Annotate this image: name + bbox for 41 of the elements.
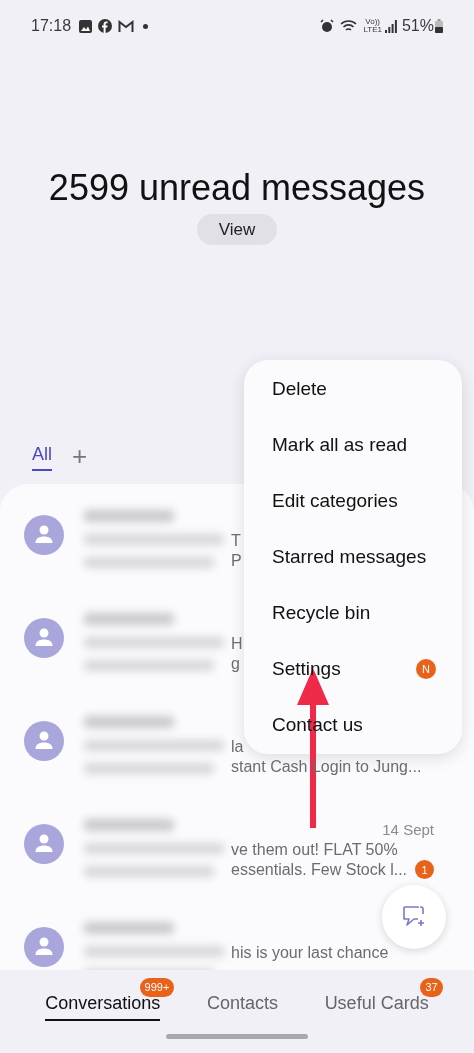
battery-percent: 51%	[401, 16, 434, 36]
category-tab[interactable]: All	[32, 441, 52, 471]
battery-icon	[435, 19, 443, 33]
message-preview-line: T	[231, 531, 241, 551]
menu-item[interactable]: Mark all as read	[244, 417, 462, 473]
new-message-icon	[401, 905, 427, 929]
menu-item[interactable]: Settings N	[244, 641, 462, 697]
menu-item[interactable]: Edit categories	[244, 473, 462, 529]
contact-avatar-icon	[24, 824, 64, 864]
bottom-tab[interactable]: Contacts	[206, 990, 278, 1019]
contact-avatar-icon	[24, 618, 64, 658]
view-button[interactable]: View	[196, 214, 278, 245]
menu-item[interactable]: Starred messages	[244, 529, 462, 585]
message-preview-line: H	[231, 634, 243, 654]
contact-avatar-icon	[24, 515, 64, 555]
contact-avatar-icon	[24, 721, 64, 761]
alarm-icon	[320, 19, 335, 33]
add-category-button[interactable]: +	[72, 443, 88, 469]
lte-label: LTE1	[363, 26, 382, 34]
gallery-icon	[79, 19, 93, 33]
signal-icon	[384, 19, 397, 33]
count-badge: 37	[420, 978, 443, 997]
volte-label: Vo))	[365, 18, 381, 26]
unread-badge: 1	[415, 860, 434, 879]
message-preview-line: P	[231, 551, 242, 571]
message-preview-line: his is your last chance	[231, 943, 389, 963]
count-badge: 999+	[139, 978, 175, 997]
facebook-icon	[98, 19, 113, 33]
menu-item[interactable]: Delete	[244, 361, 462, 417]
message-preview-line: ve them out! FLAT 50%	[231, 840, 398, 860]
message-preview-line: la	[231, 737, 244, 757]
contact-avatar-icon	[24, 927, 64, 967]
message-date: 14 Sept	[382, 820, 434, 840]
mail-icon	[118, 19, 135, 33]
message-preview-line: g	[231, 654, 240, 674]
dot-icon	[143, 23, 149, 29]
status-time: 17:18	[31, 16, 72, 36]
menu-item[interactable]: Recycle bin	[244, 585, 462, 641]
wifi-icon	[340, 19, 359, 33]
message-preview-line: essentials. Few Stock l...	[231, 860, 408, 880]
unread-count-title: 2599 unread messages	[48, 166, 426, 210]
